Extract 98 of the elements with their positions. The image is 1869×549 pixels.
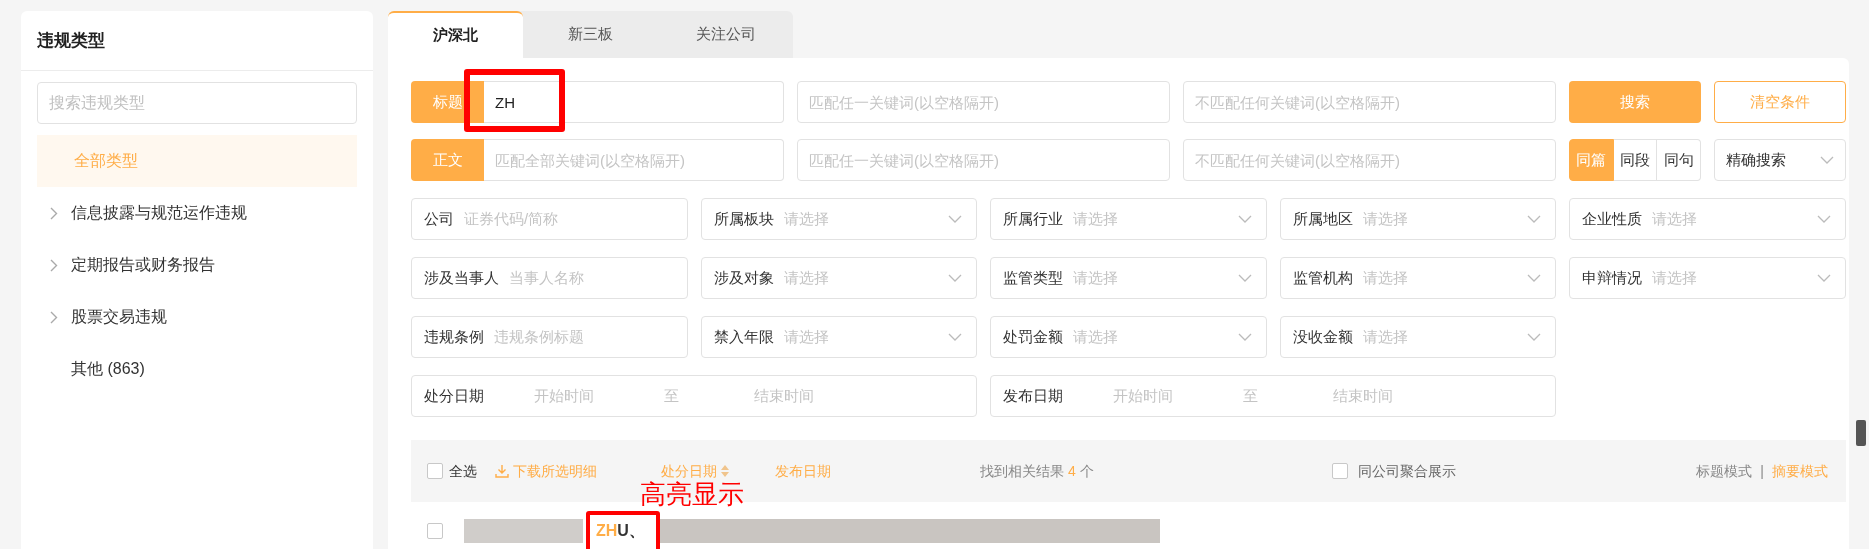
range-separator: 至: [1243, 385, 1260, 406]
select-field[interactable]: 禁入年限 请选择: [700, 316, 978, 358]
field-label: 监管机构: [1292, 267, 1353, 288]
select-field[interactable]: 涉及对象 请选择: [700, 257, 978, 299]
placeholder: 请选择: [1073, 267, 1120, 288]
sidebar-item[interactable]: 股票交易违规: [37, 291, 357, 343]
field-label: 发布日期: [1003, 385, 1065, 406]
field-label: 企业性质: [1582, 208, 1643, 229]
field-label: 违规条例: [424, 326, 484, 347]
select-field[interactable]: 所属行业 请选择: [990, 198, 1267, 240]
chevron-down-icon: [1237, 215, 1252, 223]
field-label: 处分日期: [424, 385, 485, 406]
placeholder: 当事人名称: [509, 267, 585, 288]
sidebar-item-label: 信息披露与规范运作违规: [71, 203, 247, 223]
select-value: 精确搜索: [1726, 149, 1786, 170]
chevron-down-icon: [1817, 274, 1831, 282]
field-label: 没收金额: [1292, 326, 1353, 347]
end-placeholder: 结束时间: [1333, 385, 1394, 406]
tab[interactable]: 沪深北: [388, 11, 523, 58]
select-field[interactable]: 所属地区 请选择: [1279, 198, 1557, 240]
input-field[interactable]: 违规条例 违规条例标题: [411, 316, 688, 358]
input-field[interactable]: 涉及当事人 当事人名称: [411, 257, 688, 299]
start-placeholder: 开始时间: [1113, 385, 1175, 406]
tab[interactable]: 新三板: [523, 11, 658, 58]
field-label: 处罚金额: [1003, 326, 1064, 347]
sidebar-item-label: 全部类型: [74, 151, 138, 171]
search-field[interactable]: 搜索违规类型: [37, 82, 357, 124]
select-field[interactable]: 没收金额 请选择: [1279, 316, 1557, 358]
match-mode-select[interactable]: 精确搜索: [1714, 139, 1846, 181]
field-label: 禁入年限: [713, 326, 774, 347]
select-field[interactable]: 监管类型 请选择: [990, 257, 1267, 299]
date-range-field[interactable]: 处分日期 开始时间 至 结束时间: [411, 375, 978, 417]
result-title: ZHU、: [596, 522, 645, 540]
select-all-label: 全选: [449, 461, 477, 481]
placeholder: 证券代码/简称: [464, 208, 560, 229]
select-field[interactable]: 申辩情况 请选择: [1569, 257, 1846, 299]
field-label: 正文: [411, 139, 484, 181]
end-placeholder: 结束时间: [754, 385, 814, 406]
sidebar-item[interactable]: 定期报告或财务报告: [37, 239, 357, 291]
placeholder: 请选择: [1362, 326, 1409, 347]
download-icon: [495, 464, 509, 478]
keyword-field[interactable]: 不匹配任何关键词(以空格隔开): [1183, 139, 1556, 181]
keyword-field[interactable]: 不匹配任何关键词(以空格隔开): [1183, 81, 1556, 123]
separator: |: [1760, 461, 1764, 481]
chevron-down-icon: [1820, 156, 1834, 164]
input-field[interactable]: 公司 证券代码/简称: [411, 198, 688, 240]
chevron-down-icon: [1237, 274, 1252, 282]
checkbox[interactable]: [427, 523, 443, 539]
start-placeholder: 开始时间: [534, 385, 595, 406]
placeholder: 请选择: [1362, 208, 1409, 229]
chevron-down-icon: [948, 215, 963, 223]
select-field[interactable]: 企业性质 请选择: [1569, 198, 1846, 240]
placeholder: 请选择: [783, 326, 830, 347]
select-field[interactable]: 监管机构 请选择: [1279, 257, 1557, 299]
range-separator: 至: [664, 385, 680, 406]
sidebar-item-label: 其他 (863): [71, 359, 145, 379]
field-label: 标题: [411, 81, 484, 123]
tab[interactable]: 关注公司: [658, 11, 793, 58]
placeholder: 请选择: [1362, 267, 1409, 288]
select-field[interactable]: 所属板块 请选择: [700, 198, 978, 240]
field-label: 监管类型: [1003, 267, 1064, 288]
sidebar-item[interactable]: 信息披露与规范运作违规: [37, 187, 357, 239]
field-label: 涉及对象: [713, 267, 774, 288]
chevron-down-icon: [1527, 333, 1542, 341]
group-by-company-label: 同公司聚合展示: [1357, 461, 1456, 481]
sidebar-item-label: 定期报告或财务报告: [71, 255, 215, 275]
chevron-down-icon: [1527, 215, 1542, 223]
field-label: 所属行业: [1003, 208, 1064, 229]
chevron-down-icon: [948, 333, 963, 341]
keyword-field[interactable]: ZH: [484, 81, 784, 123]
placeholder: 请选择: [783, 208, 830, 229]
keyword-field[interactable]: 匹配全部关键词(以空格隔开): [484, 139, 784, 181]
field-label: 申辩情况: [1582, 267, 1643, 288]
sidebar-title: 违规类型: [37, 29, 105, 52]
placeholder: 请选择: [1652, 208, 1699, 229]
field-label: 公司: [424, 208, 454, 229]
checkbox[interactable]: [427, 463, 443, 479]
chevron-down-icon: [1237, 333, 1252, 341]
scope-option[interactable]: 同段: [1613, 139, 1658, 181]
sidebar-item[interactable]: 其他 (863): [37, 343, 357, 395]
placeholder: 请选择: [783, 267, 830, 288]
chevron-down-icon: [1527, 274, 1542, 282]
field-label: 所属地区: [1292, 208, 1353, 229]
chevron-down-icon: [1817, 215, 1831, 223]
placeholder: 请选择: [1652, 267, 1699, 288]
select-field[interactable]: 处罚金额 请选择: [990, 316, 1267, 358]
field-label: 所属板块: [713, 208, 774, 229]
date-range-field[interactable]: 发布日期 开始时间 至 结束时间: [990, 375, 1557, 417]
sidebar-item-label: 股票交易违规: [71, 307, 167, 327]
scrollbar-thumb: [1856, 420, 1866, 446]
placeholder: 请选择: [1073, 326, 1120, 347]
scope-option[interactable]: 同句: [1657, 139, 1701, 181]
checkbox[interactable]: [1331, 463, 1348, 479]
chevron-down-icon: [948, 274, 963, 282]
placeholder: 请选择: [1073, 208, 1120, 229]
placeholder: 违规条例标题: [494, 326, 585, 347]
field-label: 涉及当事人: [424, 267, 499, 288]
result-count: 找到相关结果 4 个: [980, 461, 1094, 481]
